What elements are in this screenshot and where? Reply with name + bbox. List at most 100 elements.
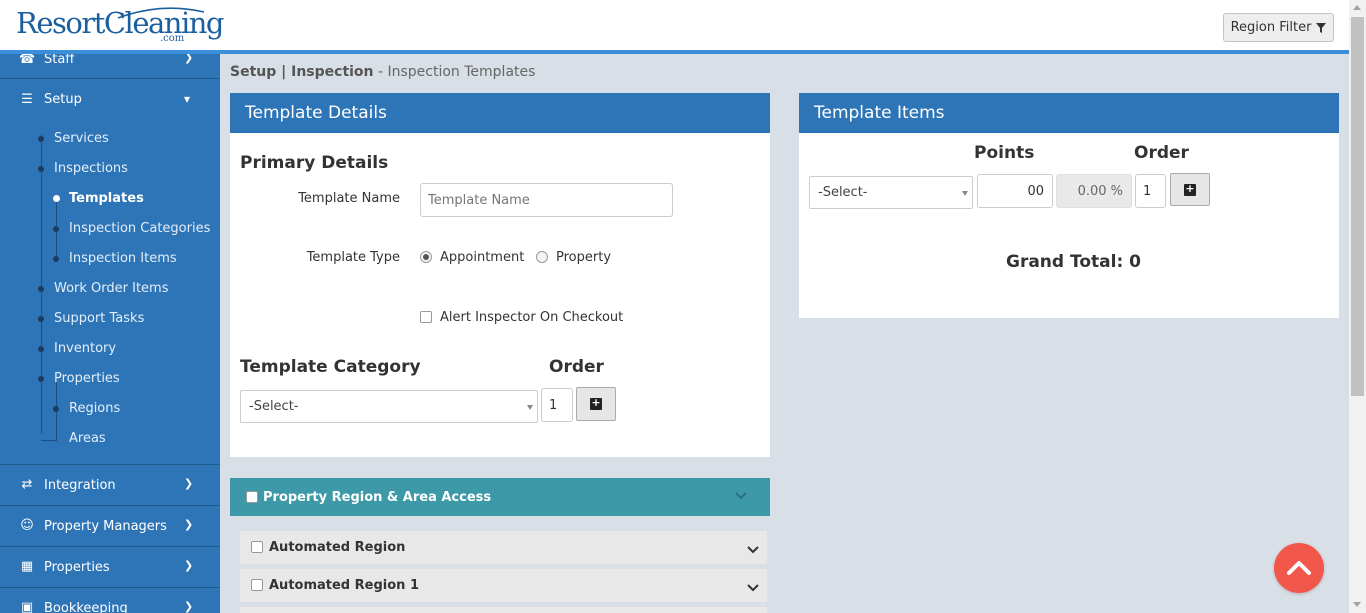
sidebar-item-properties[interactable]: ▦ Properties ❯	[0, 546, 220, 587]
sidebar-item-integration[interactable]: ⇄ Integration ❯	[0, 464, 220, 505]
region-access-header[interactable]: Property Region & Area Access	[230, 478, 770, 516]
chevron-right-icon: ❯	[184, 559, 194, 572]
property-label: Property	[556, 250, 612, 265]
calendar-plus-icon	[590, 396, 602, 410]
add-item-button[interactable]	[1170, 173, 1210, 206]
tree-dot	[38, 166, 44, 172]
money-icon: ▣	[20, 600, 34, 613]
category-order-input[interactable]: 1	[541, 388, 573, 422]
points-heading: Points	[974, 143, 1035, 163]
template-name-label: Template Name	[298, 191, 400, 206]
sidebar-item-templates[interactable]: Templates	[69, 191, 144, 206]
tree-dot	[53, 406, 59, 412]
scrollbar-thumb[interactable]	[1351, 17, 1364, 396]
filter-icon	[1316, 22, 1327, 33]
chevron-down-icon[interactable]	[747, 546, 759, 554]
region-checkbox[interactable]	[251, 579, 263, 591]
top-bar: ResortCleaning .com Region Filter	[0, 0, 1349, 50]
sidebar-item-inspections[interactable]: Inspections	[54, 161, 128, 176]
sidebar-item-label: Property Managers	[44, 519, 167, 534]
scroll-down-icon[interactable]	[1353, 602, 1361, 607]
building-icon: ▦	[20, 559, 34, 574]
staff-icon: ☎	[19, 54, 36, 67]
add-category-button[interactable]	[576, 387, 616, 421]
sidebar-item-setup[interactable]: ☰ Setup ▾	[0, 78, 220, 118]
sidebar-item-label: Integration	[44, 478, 116, 493]
caret-down-icon	[527, 404, 533, 410]
alert-inspector-label: Alert Inspector On Checkout	[440, 310, 624, 325]
sidebar-item-label: Staff	[44, 54, 75, 67]
sidebar-item-areas[interactable]: Areas	[69, 431, 106, 446]
region-row[interactable]: Automated Region	[240, 531, 767, 564]
grand-total: Grand Total: 0	[1006, 252, 1141, 272]
region-checkbox[interactable]	[251, 541, 263, 553]
primary-details-heading: Primary Details	[240, 153, 389, 173]
sidebar-item-property-managers[interactable]: ☺ Property Managers ❯	[0, 505, 220, 546]
appointment-label: Appointment	[440, 250, 525, 265]
page-scrollbar[interactable]	[1349, 0, 1366, 613]
panel-title: Template Items	[799, 93, 1339, 133]
brand-logo[interactable]: ResortCleaning .com	[16, 6, 224, 46]
sidebar-item-regions[interactable]: Regions	[69, 401, 120, 416]
template-items-panel: Template Items Points Order -Select- 00 …	[799, 93, 1339, 318]
tree-dot	[38, 286, 44, 292]
sidebar-item-work-order-items[interactable]: Work Order Items	[54, 281, 169, 296]
tree-dot-active	[53, 195, 60, 202]
tree-line	[41, 440, 57, 441]
item-order-input[interactable]: 1	[1135, 174, 1166, 208]
scroll-up-icon[interactable]	[1353, 5, 1361, 10]
points-input[interactable]: 00	[977, 174, 1053, 208]
sidebar-item-inspection-items[interactable]: Inspection Items	[69, 251, 177, 266]
template-item-select[interactable]: -Select-	[809, 176, 973, 209]
region-filter-button[interactable]: Region Filter	[1223, 13, 1334, 42]
tree-dot	[53, 226, 59, 232]
sidebar-item-label: Bookkeeping	[44, 601, 128, 613]
percent-field: 0.00 %	[1056, 174, 1132, 208]
template-name-input[interactable]	[420, 183, 673, 217]
template-category-heading: Template Category	[240, 357, 421, 377]
region-row[interactable]: Automated Region 1	[240, 569, 767, 602]
template-category-select[interactable]: -Select-	[240, 390, 538, 423]
sidebar-item-support-tasks[interactable]: Support Tasks	[54, 311, 144, 326]
chevron-right-icon: ❯	[184, 600, 194, 613]
sliders-icon: ☰	[21, 92, 33, 107]
tree-dot	[38, 316, 44, 322]
sidebar-item-bookkeeping[interactable]: ▣ Bookkeeping ❯	[0, 587, 220, 613]
property-radio[interactable]	[536, 251, 548, 263]
region-name: Automated Region	[269, 540, 406, 555]
smile-icon: ☺	[20, 518, 34, 533]
appointment-radio[interactable]	[420, 251, 432, 263]
chevron-right-icon: ❯	[184, 518, 194, 531]
order-heading: Order	[1134, 143, 1189, 163]
sidebar-item-inventory[interactable]: Inventory	[54, 341, 116, 356]
scroll-top-button[interactable]	[1274, 543, 1324, 593]
select-value: -Select-	[249, 399, 299, 414]
tree-dot	[38, 346, 44, 352]
region-row[interactable]	[240, 607, 767, 613]
sidebar-item-staff[interactable]: ☎ Staff ❯	[0, 54, 220, 78]
order-heading: Order	[549, 357, 604, 377]
template-type-label: Template Type	[306, 250, 400, 265]
sidebar-item-label: Setup	[44, 92, 82, 107]
tree-line	[41, 134, 42, 434]
brand-suffix: .com	[160, 33, 185, 44]
chevron-up-icon	[1287, 561, 1311, 575]
chevron-right-icon: ❯	[184, 54, 194, 64]
region-name: Automated Region 1	[269, 578, 419, 593]
sidebar-item-properties-setup[interactable]: Properties	[54, 371, 120, 386]
alert-inspector-checkbox[interactable]	[420, 311, 432, 323]
breadcrumb-section: Setup | Inspection	[230, 64, 374, 80]
region-filter-label: Region Filter	[1230, 20, 1312, 35]
sidebar-item-inspection-categories[interactable]: Inspection Categories	[69, 221, 210, 236]
exchange-icon: ⇄	[21, 477, 33, 492]
chevron-down-icon[interactable]	[747, 584, 759, 592]
template-details-panel: Template Details Primary Details Templat…	[230, 93, 770, 457]
calendar-plus-icon	[1184, 182, 1196, 196]
chevron-right-icon: ❯	[184, 477, 194, 490]
sidebar-item-services[interactable]: Services	[54, 131, 109, 146]
chevron-down-icon: ▾	[184, 92, 191, 106]
sidebar: ☎ Staff ❯ ☰ Setup ▾ Services Inspections…	[0, 54, 220, 613]
breadcrumb: Setup | Inspection - Inspection Template…	[230, 64, 535, 80]
chevron-down-icon[interactable]	[735, 492, 747, 500]
region-access-checkbox[interactable]	[246, 491, 258, 503]
